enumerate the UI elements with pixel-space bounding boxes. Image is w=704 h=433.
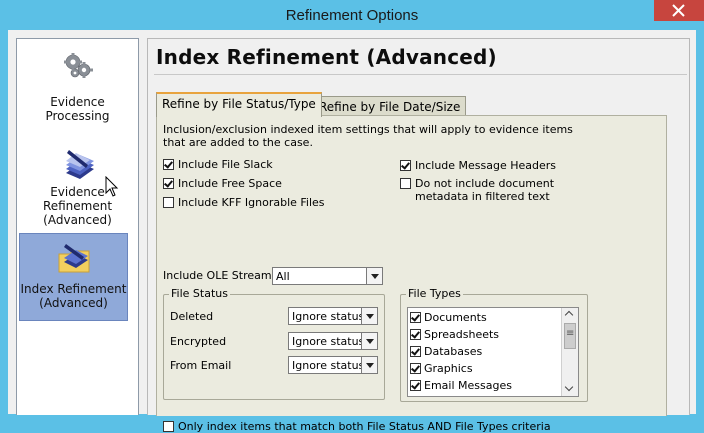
- scroll-up-icon[interactable]: [562, 308, 578, 322]
- nav-label-line2: Processing: [45, 109, 110, 123]
- list-item[interactable]: Email Messages: [410, 379, 512, 392]
- nav-item-index-refinement[interactable]: Index Refinement (Advanced): [19, 233, 128, 321]
- pen-stack-icon: [65, 150, 94, 179]
- chevron-down-icon[interactable]: [361, 357, 377, 373]
- checkbox-box[interactable]: [163, 197, 174, 208]
- close-button[interactable]: [654, 0, 704, 21]
- select-value: Ignore status: [292, 335, 365, 348]
- gears-icon: [63, 53, 93, 78]
- tab-refine-by-file-status-type[interactable]: Refine by File Status/Type: [156, 92, 322, 117]
- checkbox-label: Include KFF Ignorable Files: [178, 196, 325, 209]
- deleted-status-select[interactable]: Ignore status: [288, 307, 378, 325]
- chevron-down-icon[interactable]: [366, 268, 382, 284]
- close-icon: [672, 4, 685, 17]
- checkbox-box[interactable]: [400, 178, 411, 189]
- encrypted-status-select[interactable]: Ignore status: [288, 332, 378, 350]
- list-item[interactable]: Graphics: [410, 362, 473, 375]
- tab-refine-by-file-date-size[interactable]: Refine by File Date/Size: [313, 96, 467, 117]
- checkbox-box[interactable]: [400, 160, 411, 171]
- match-both-criteria-checkbox[interactable]: Only index items that match both File St…: [163, 420, 551, 433]
- checkbox-box[interactable]: [410, 329, 421, 340]
- from-email-status-select[interactable]: Ignore status: [288, 356, 378, 374]
- description-text: Inclusion/exclusion indexed item setting…: [163, 123, 573, 149]
- page-title: Index Refinement (Advanced): [156, 45, 497, 69]
- navigation-pane: Evidence Processing Evidence Refinement …: [16, 38, 139, 415]
- deleted-label: Deleted: [170, 310, 214, 323]
- window-title: Refinement Options: [285, 7, 419, 24]
- ole-streams-label: Include OLE Streams:: [163, 269, 282, 282]
- scroll-down-icon[interactable]: [562, 382, 578, 396]
- list-item-label: Databases: [424, 345, 483, 358]
- list-item-label: Email Messages: [424, 379, 512, 392]
- chevron-down-icon[interactable]: [361, 308, 377, 324]
- pen-folder-icon: [58, 244, 89, 273]
- checkbox-box[interactable]: [410, 312, 421, 323]
- title-bar: Refinement Options: [0, 0, 704, 30]
- from-email-label: From Email: [170, 359, 232, 372]
- checkbox-box[interactable]: [410, 363, 421, 374]
- select-value: Ignore status: [292, 359, 365, 372]
- nav-label-line2: Refinement: [42, 199, 113, 213]
- list-item[interactable]: Databases: [410, 345, 482, 358]
- checkbox-label: Include Message Headers: [415, 159, 557, 172]
- checkbox-box[interactable]: [163, 178, 174, 189]
- nav-item-evidence-processing[interactable]: Evidence Processing: [17, 51, 138, 123]
- list-item[interactable]: Spreadsheets: [410, 328, 499, 341]
- include-free-space-checkbox[interactable]: Include Free Space: [163, 177, 282, 190]
- list-item-label: Spreadsheets: [424, 328, 500, 341]
- scroll-thumb[interactable]: [564, 323, 576, 349]
- select-value: Ignore status: [292, 310, 365, 323]
- list-item-label: Documents: [424, 311, 487, 324]
- exclude-document-metadata-checkbox[interactable]: Do not include document metadata in filt…: [400, 177, 560, 203]
- nav-label-line3: (Advanced): [43, 213, 112, 227]
- nav-label-line2: (Advanced): [39, 296, 108, 310]
- checkbox-label: Include File Slack: [178, 158, 273, 171]
- encrypted-label: Encrypted: [170, 335, 227, 348]
- file-status-group: File Status Deleted Ignore status Encryp…: [163, 287, 385, 400]
- checkbox-label: Do not include document metadata in filt…: [415, 177, 555, 203]
- dialog-body: Evidence Processing Evidence Refinement …: [8, 30, 696, 433]
- group-title: File Status: [169, 287, 230, 301]
- nav-label-line1: Evidence: [50, 95, 105, 109]
- include-message-headers-checkbox[interactable]: Include Message Headers: [400, 159, 556, 172]
- checkbox-label: Include Free Space: [178, 177, 282, 190]
- divider: [154, 74, 687, 75]
- mouse-cursor-icon: [105, 176, 119, 197]
- ole-streams-select[interactable]: All: [272, 267, 383, 285]
- include-file-slack-checkbox[interactable]: Include File Slack: [163, 158, 273, 171]
- content-pane: Index Refinement (Advanced) Refine by Fi…: [147, 38, 690, 433]
- checkbox-box[interactable]: [410, 380, 421, 391]
- select-value: All: [276, 270, 290, 283]
- chevron-down-icon[interactable]: [361, 333, 377, 349]
- include-kff-ignorable-files-checkbox[interactable]: Include KFF Ignorable Files: [163, 196, 325, 209]
- list-item-label: Graphics: [424, 362, 473, 375]
- checkbox-box[interactable]: [410, 346, 421, 357]
- tab-panel: Inclusion/exclusion indexed item setting…: [156, 115, 667, 433]
- checkbox-box[interactable]: [163, 421, 174, 432]
- list-item[interactable]: Documents: [410, 311, 487, 324]
- checkbox-box[interactable]: [163, 159, 174, 170]
- nav-label-line1: Evidence: [50, 185, 105, 199]
- nav-label-line1: Index Refinement: [20, 282, 127, 296]
- checkbox-label: Only index items that match both File St…: [178, 420, 551, 433]
- vertical-scrollbar[interactable]: [561, 308, 578, 396]
- file-types-group: File Types Documents Spreadsheets Databa…: [400, 287, 588, 402]
- file-types-list[interactable]: Documents Spreadsheets Databases Graphic…: [407, 307, 579, 397]
- group-title: File Types: [406, 287, 463, 301]
- nav-item-evidence-refinement[interactable]: Evidence Refinement (Advanced): [17, 147, 138, 227]
